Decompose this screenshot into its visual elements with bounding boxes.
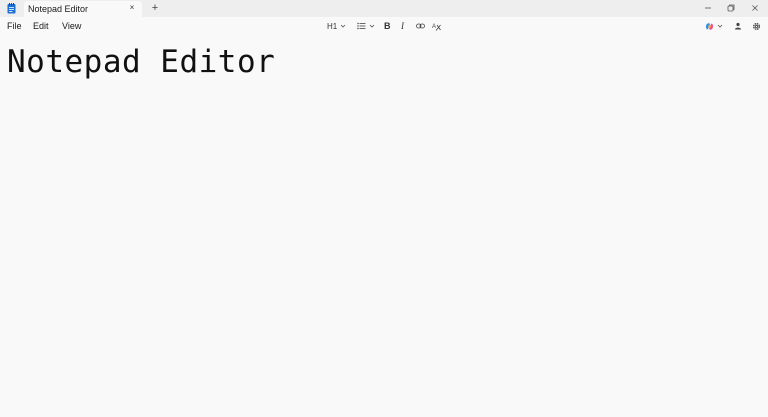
clear-formatting-icon: A <box>432 24 441 31</box>
new-tab-button[interactable]: + <box>149 2 161 14</box>
close-window-button[interactable] <box>748 2 762 14</box>
copilot-icon <box>706 22 713 30</box>
heading-level-label: H1 <box>327 21 338 31</box>
maximize-button[interactable] <box>724 2 738 14</box>
settings-button[interactable] <box>752 20 761 32</box>
minimize-button[interactable] <box>701 2 715 14</box>
account-button[interactable] <box>734 20 742 32</box>
gear-icon <box>753 22 760 30</box>
clear-formatting-button[interactable]: A <box>432 20 441 32</box>
link-icon <box>416 23 425 29</box>
italic-button[interactable]: I <box>401 20 404 32</box>
bold-button[interactable]: B <box>384 20 391 32</box>
minimize-icon <box>705 7 711 9</box>
title-bar: Notepad Editor × + <box>0 0 768 17</box>
editor-area[interactable]: Notepad Editor <box>0 35 768 417</box>
bulleted-list-icon <box>357 22 366 30</box>
restore-icon <box>727 4 735 12</box>
menu-file[interactable]: File <box>7 20 22 32</box>
tab-close-icon[interactable]: × <box>127 3 137 13</box>
heading-dropdown[interactable]: H1 <box>327 20 346 32</box>
tab-title: Notepad Editor <box>28 4 89 14</box>
chevron-down-icon <box>717 24 723 28</box>
account-icon <box>735 22 741 30</box>
menu-bar: File Edit View H1 B I A <box>0 17 768 35</box>
close-icon <box>752 5 758 11</box>
menu-view[interactable]: View <box>62 20 81 32</box>
chevron-down-icon <box>340 24 346 28</box>
menu-edit[interactable]: Edit <box>33 20 49 32</box>
copilot-button[interactable] <box>705 20 723 32</box>
notepad-icon <box>7 3 16 14</box>
tab-notepad-editor[interactable]: Notepad Editor × <box>24 1 142 17</box>
chevron-down-icon <box>369 24 375 28</box>
list-dropdown[interactable] <box>357 20 375 32</box>
link-button[interactable] <box>416 20 425 32</box>
svg-text:A: A <box>432 24 436 30</box>
document-heading[interactable]: Notepad Editor <box>7 43 275 81</box>
